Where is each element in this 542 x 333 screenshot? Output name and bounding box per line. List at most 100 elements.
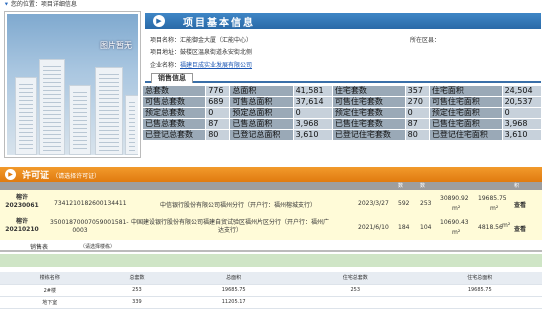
column-header: 数 (420, 183, 426, 189)
total-area: 10690.43 (440, 219, 469, 226)
stats-row: 可售总套数 689 可售总面积 37,614 可售住宅套数 270 可售住宅面积 20,537 (141, 96, 542, 108)
district-row: 所在区县： (410, 35, 440, 44)
column-header: 住宅总套数 (293, 272, 418, 285)
table-row[interactable]: 2#楼 253 19685.75 253 19685.75 (0, 284, 542, 297)
stat-value: 0 (404, 107, 430, 119)
stats-row: 已登记总套数 80 已登记总面积 3,610 已登记住宅套数 80 已登记住宅面积 3,610 (141, 129, 542, 141)
permit-date: 2023/3/27 (358, 200, 389, 207)
project-photo: 图片暂无 (4, 11, 141, 158)
column-header: 住宅总面积 (417, 272, 542, 285)
view-permit-button[interactable]: 查看 (514, 224, 526, 233)
column-header: 积 (514, 183, 520, 189)
field-label: 企业名称： (150, 62, 181, 69)
field-label: 项目地址： (150, 49, 181, 56)
section-title: 项目基本信息 (183, 18, 255, 29)
stat-label: 已登记住宅面积 (428, 129, 503, 141)
field-label: 项目名称： (150, 37, 181, 44)
stat-label: 总面积 (229, 85, 294, 97)
total-area: 30890.92 (440, 195, 469, 202)
stat-label: 已登记总套数 (141, 129, 207, 141)
stat-label: 已售住宅面积 (428, 118, 503, 130)
stat-value: 0 (205, 107, 231, 119)
stat-label: 预定总面积 (229, 107, 294, 119)
column-header: 总面积 (174, 272, 294, 285)
sales-info-tabbar: 销售信息 (145, 73, 541, 83)
area-unit: m² (490, 205, 499, 212)
stat-label: 已售住宅套数 (331, 118, 406, 130)
sales-stats-table: 总套数 776 总面积 41,581 住宅套数 357 住宅面积 24,504 可售总套数 689… (141, 85, 542, 141)
project-address: 鼓楼区温泉街道永安街北侧 (180, 49, 253, 56)
breadcrumb: ⯆ 您的位置：项目详细信息 (4, 0, 77, 10)
permit-number: 榕许 20210210 (5, 218, 39, 233)
project-address-row: 项目地址：鼓楼区温泉街道永安街北侧 (150, 47, 252, 56)
account-code: 35001870007059001581-0003 (50, 219, 129, 234)
stat-value: 776 (205, 85, 231, 97)
area-unit: m² (452, 229, 461, 236)
stat-value: 80 (404, 129, 430, 141)
stat-label: 预定住宅面积 (428, 107, 503, 119)
project-info-header: ▶ 项目基本信息 (145, 13, 541, 29)
total-sets: 592 (398, 200, 410, 207)
sales-table-tabbar: 销售表 （请选择楼栋） (0, 241, 542, 252)
building-shape (95, 67, 123, 155)
stat-label: 已登记住宅套数 (331, 129, 406, 141)
table-cell: 地下室 (0, 296, 100, 309)
permit-header: ▶ 许可证 （请选择许可证） (0, 167, 542, 182)
account-code: 7341210182600134411 (54, 200, 127, 207)
column-header: 楼栋名称 (0, 272, 100, 285)
company-link[interactable]: 福建巨成实业发展有限公司 (180, 62, 252, 69)
stat-value: 37,614 (292, 96, 333, 108)
permit-row[interactable]: 榕许 20230061 7341210182600134411 中信银行股份有限公… (0, 192, 542, 217)
stats-row: 已售总套数 87 已售总面积 3,968 已售住宅套数 87 已售住宅面积 3,968 (141, 118, 542, 130)
total-sets: 184 (398, 224, 410, 231)
stat-value: 3,968 (292, 118, 333, 130)
bank-name: 中信银行股份有限公司福州分行（开户行：福州榕城支行） (160, 202, 317, 209)
stat-value: 20,537 (501, 96, 542, 108)
stat-label: 已登记总面积 (229, 129, 294, 141)
permit-title: 许可证 (22, 171, 50, 181)
table-cell: 11205.17 (174, 296, 294, 309)
permit-row[interactable]: 榕许 20210210 35001870007059001581-0003 中国建… (0, 216, 542, 241)
stat-value: 87 (404, 118, 430, 130)
stat-value: 41,581 (292, 85, 333, 97)
stat-value: 0 (292, 107, 333, 119)
stat-label: 可售住宅套数 (331, 96, 406, 108)
stat-value: 3,610 (501, 129, 542, 141)
stats-row: 总套数 776 总面积 41,581 住宅套数 357 住宅面积 24,504 (141, 85, 542, 97)
stat-label: 住宅套数 (331, 85, 406, 97)
stat-label: 预定总套数 (141, 107, 207, 119)
stat-value: 270 (404, 96, 430, 108)
column-header: 数 (398, 183, 404, 189)
building-shape (69, 85, 91, 155)
stat-label: 已售总面积 (229, 118, 294, 130)
column-header: 总套数 (99, 272, 175, 285)
stat-value: 80 (205, 129, 231, 141)
building-table: 楼栋名称 总套数 总面积 住宅总套数 住宅总面积 2#楼 253 19685.75 253 19… (0, 272, 542, 309)
permit-column-header: 数 数 积 (0, 182, 542, 190)
building-shape (39, 59, 65, 155)
stat-label: 可售总套数 (141, 96, 207, 108)
stat-label: 可售总面积 (229, 96, 294, 108)
area-unit: m² (502, 222, 511, 229)
residential-area: 4818.56 (478, 224, 503, 231)
tab-sales-table[interactable]: 销售表 (30, 242, 48, 251)
table-cell (417, 296, 542, 309)
building-selector-bar[interactable] (0, 254, 542, 267)
table-cell: 2#楼 (0, 284, 100, 297)
view-permit-button[interactable]: 查看 (514, 200, 526, 209)
stat-value: 0 (501, 107, 542, 119)
stats-row: 预定总套数 0 预定总面积 0 预定住宅套数 0 预定住宅面积 0 (141, 107, 542, 119)
stat-label: 预定住宅套数 (331, 107, 406, 119)
table-row[interactable]: 地下室 339 11205.17 (0, 296, 542, 309)
project-name-row: 项目名称：汇能御金大厦（汇能中心） (150, 35, 252, 44)
breadcrumb-text: 您的位置：项目详细信息 (10, 1, 77, 8)
company-row: 企业名称：福建巨成实业发展有限公司 (150, 60, 252, 69)
stat-value: 3,610 (292, 129, 333, 141)
stat-value: 3,968 (501, 118, 542, 130)
residential-sets: 104 (420, 224, 432, 231)
sales-hint: （请选择楼栋） (80, 244, 116, 250)
building-shape (15, 77, 37, 155)
table-cell (293, 296, 418, 309)
table-cell: 19685.75 (174, 284, 294, 297)
tab-sales-info[interactable]: 销售信息 (151, 73, 193, 83)
